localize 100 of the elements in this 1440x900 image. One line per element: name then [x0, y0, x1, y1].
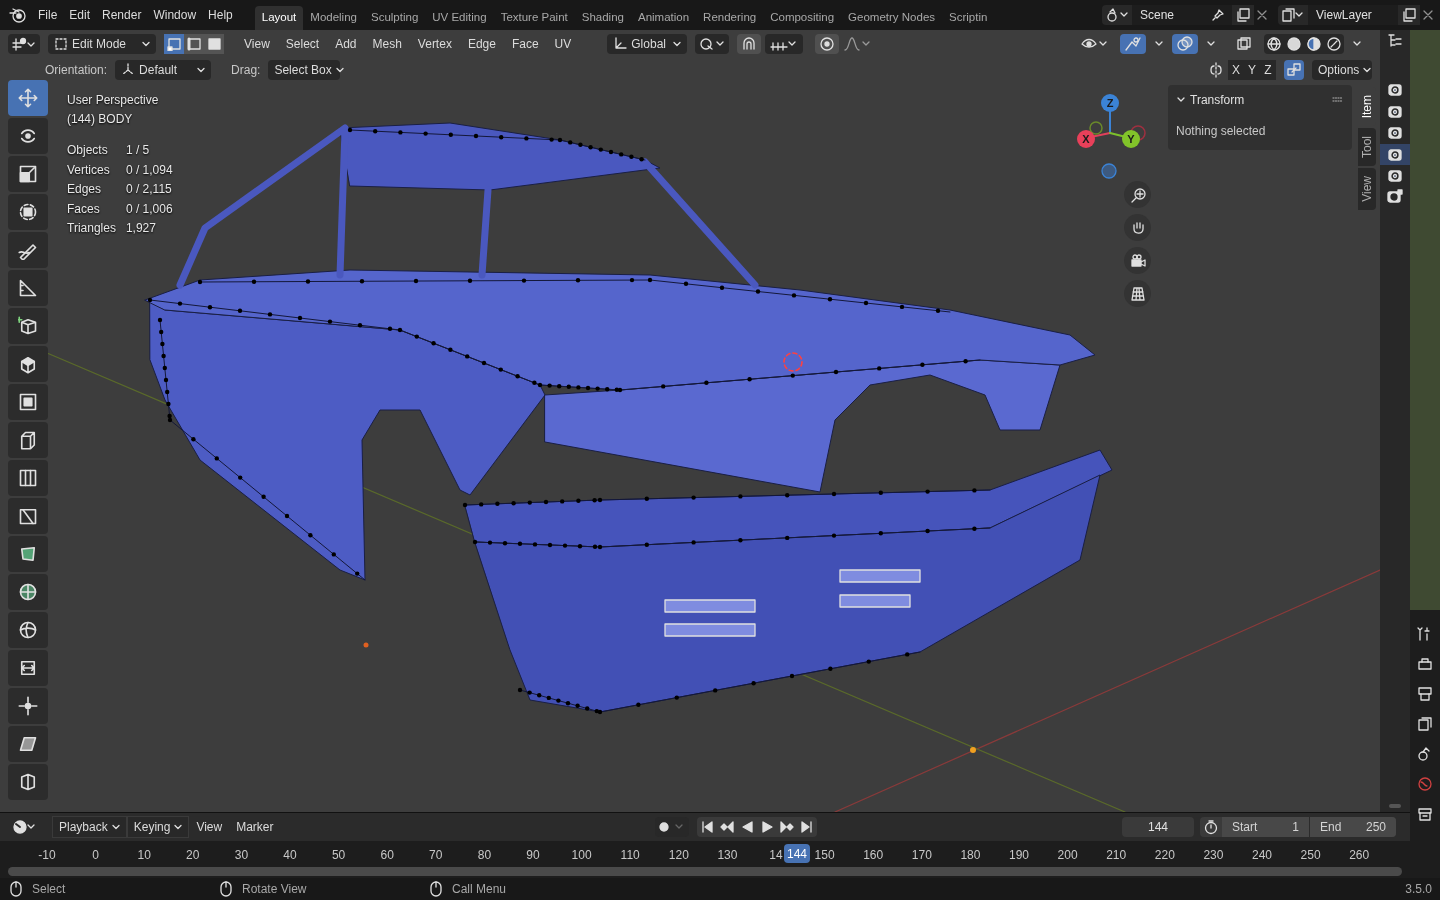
workspace-tab[interactable]: Sculpting	[363, 6, 426, 30]
start-frame-field[interactable]: Start 1	[1222, 817, 1310, 837]
workspace-tab[interactable]: Rendering	[696, 6, 764, 30]
render-toggle[interactable]	[1380, 143, 1410, 165]
drag-handle-icon[interactable]	[1332, 97, 1344, 103]
icon-button[interactable]	[1278, 5, 1308, 25]
tool-button[interactable]	[8, 156, 48, 192]
tool-button[interactable]	[8, 384, 48, 420]
end-frame-field[interactable]: End 250	[1310, 817, 1396, 837]
menu-item[interactable]: Vertex	[409, 33, 460, 54]
tool-button[interactable]	[8, 422, 48, 458]
tool-button[interactable]	[8, 650, 48, 686]
menu-item[interactable]: Help	[202, 3, 239, 27]
workspace-tab[interactable]: Layout	[254, 6, 304, 30]
frame-number: 60	[380, 847, 394, 864]
sidebar-tab[interactable]: Tool	[1358, 128, 1376, 167]
view-layer-field[interactable]: ViewLayer	[1308, 5, 1398, 25]
outliner-icon[interactable]	[1387, 33, 1403, 49]
axis-toggle[interactable]: Y	[1244, 60, 1260, 80]
menu-item[interactable]: Select	[277, 33, 328, 54]
navigation-button[interactable]	[1124, 181, 1151, 208]
tool-button[interactable]	[8, 118, 48, 154]
drag-label: Drag:	[231, 62, 261, 79]
select-mode-button[interactable]	[164, 33, 184, 54]
scene-field[interactable]: Scene	[1132, 5, 1232, 25]
dropdown[interactable]: Keying	[126, 816, 190, 838]
menu-item[interactable]: File	[32, 3, 64, 27]
select-mode-button[interactable]	[184, 33, 204, 54]
tool-button[interactable]	[8, 688, 48, 724]
mirror-icon[interactable]	[1208, 62, 1224, 78]
workspace-tab[interactable]: Texture Paint	[493, 6, 575, 30]
panel-title[interactable]: Transform	[1190, 91, 1245, 109]
menu-item[interactable]: View	[236, 33, 278, 54]
menu-item[interactable]: Mesh	[364, 33, 410, 54]
icon-button[interactable]	[695, 33, 730, 54]
collection-icon[interactable]	[1417, 806, 1433, 822]
tool-button[interactable]	[8, 346, 48, 382]
icon-button[interactable]	[815, 33, 840, 54]
menu-item[interactable]: Add	[327, 33, 365, 54]
menu-item[interactable]: Marker	[229, 816, 281, 838]
menu-item[interactable]: Window	[147, 3, 203, 27]
workspace-tab[interactable]: UV Editing	[425, 6, 494, 30]
dropdown[interactable]: Playback	[52, 816, 127, 838]
dropdown[interactable]: Select Box	[268, 60, 341, 80]
workspace-tab[interactable]: Animation	[630, 6, 697, 30]
icon-button[interactable]	[765, 33, 804, 54]
icon-button[interactable]	[1102, 5, 1132, 25]
tool-button[interactable]	[8, 574, 48, 610]
tool-button[interactable]	[8, 726, 48, 762]
workspace-tab[interactable]: Modeling	[303, 6, 364, 30]
icon-button[interactable]	[1120, 33, 1146, 54]
workspace-tab[interactable]: Scriptin	[942, 6, 995, 30]
tool-button[interactable]	[8, 498, 48, 534]
axis-toggle[interactable]: Z	[1260, 60, 1276, 80]
caret-icon[interactable]	[1352, 39, 1362, 48]
icon-button[interactable]	[8, 33, 40, 54]
dropdown[interactable]: Global	[607, 33, 688, 54]
sidebar-tab[interactable]: View	[1358, 168, 1376, 211]
scrollbar[interactable]	[1389, 804, 1401, 808]
playhead-frame[interactable]: 144	[784, 844, 810, 863]
tool-button[interactable]	[8, 612, 48, 648]
icon-button[interactable]	[1284, 60, 1304, 80]
output-icon[interactable]	[1417, 686, 1433, 702]
menu-item[interactable]: View	[189, 816, 230, 838]
navigation-button[interactable]	[1124, 214, 1151, 241]
tool-button[interactable]	[8, 194, 48, 230]
caret-icon[interactable]	[1206, 39, 1216, 48]
tool-button[interactable]	[8, 764, 48, 800]
menu-item[interactable]: UV	[546, 33, 580, 54]
dropdown[interactable]: Edit Mode	[48, 33, 156, 54]
world-icon[interactable]	[1417, 776, 1433, 792]
menu-item[interactable]: Edit	[63, 3, 97, 27]
pin-icon[interactable]	[1212, 9, 1224, 21]
select-mode-button[interactable]	[204, 33, 224, 54]
icon-button[interactable]	[1398, 5, 1420, 25]
axis-toggle[interactable]: X	[1228, 60, 1244, 80]
tool-button[interactable]	[8, 308, 48, 344]
icon-button[interactable]	[1232, 5, 1254, 25]
menu-item[interactable]: Render	[96, 3, 148, 27]
view-layer-icon[interactable]	[1417, 716, 1433, 732]
frame-number: 230	[1203, 847, 1224, 864]
icon-button[interactable]	[737, 33, 762, 54]
caret-icon[interactable]	[1154, 39, 1164, 48]
dropdown[interactable]: Options	[1312, 60, 1372, 80]
render-icon[interactable]	[1417, 656, 1433, 672]
tool-button[interactable]	[8, 536, 48, 572]
current-frame-field[interactable]: 144	[1122, 817, 1194, 837]
workspace-tab[interactable]: Shading	[574, 6, 631, 30]
navigation-button[interactable]	[1124, 280, 1151, 307]
timeline-scrollbar[interactable]	[8, 867, 1402, 876]
menu-item[interactable]: Face	[503, 33, 547, 54]
menu-item[interactable]: Edge	[459, 33, 504, 54]
dropdown[interactable]: Default	[115, 60, 212, 80]
workspace-tab[interactable]: Geometry Nodes	[841, 6, 943, 30]
icon-button[interactable]	[1172, 33, 1198, 54]
tool-button[interactable]	[8, 460, 48, 496]
workspace-tab[interactable]: Compositing	[763, 6, 842, 30]
tool-button[interactable]	[8, 232, 48, 268]
tool-button[interactable]	[8, 270, 48, 306]
navigation-button[interactable]	[1124, 247, 1151, 274]
